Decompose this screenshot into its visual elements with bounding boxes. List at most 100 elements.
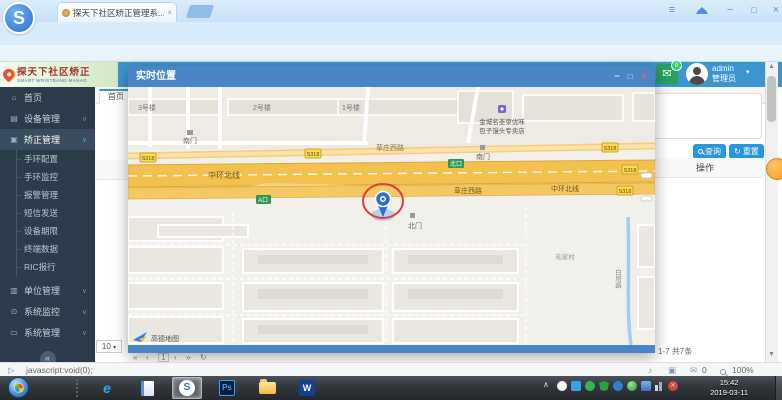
- sidebar-item-unit-mgmt[interactable]: ▥ 单位管理 ∨: [0, 280, 95, 301]
- map-canvas[interactable]: 3号楼 2号楼 1号楼 金城名韭菜优味 包子馒头专卖店 南门 草庄西路 南门 中…: [128, 87, 655, 345]
- browser-tab[interactable]: 探天下社区矫正管理系... ×: [57, 2, 177, 22]
- modal-restore-icon[interactable]: □: [624, 70, 636, 83]
- svg-text:S318: S318: [307, 152, 320, 158]
- svg-text:北口: 北口: [450, 160, 462, 168]
- sidebar-item-home[interactable]: ⌂ 首页: [0, 87, 95, 108]
- modal-minimize-icon[interactable]: −: [611, 70, 623, 83]
- sogou-icon: S: [179, 380, 195, 396]
- chevron-down-icon: ∨: [81, 287, 87, 295]
- mail-badge: 0: [671, 60, 682, 71]
- screen: S 探天下社区矫正管理系... × ≡ − □ × ← ↻ ↶ ▾ ⌂ ✓ ht…: [0, 0, 782, 400]
- app-logo: 探天下社区矫正 SMART WRISTBAND MANAG: [0, 62, 118, 87]
- modal-footer: [128, 345, 655, 353]
- tab-title: 探天下社区矫正管理系...: [73, 7, 165, 18]
- sidebar: ⌂ 首页 ▤ 设备管理 ∨ ▣ 矫正管理 ∨ 手环配置 手环监控 报警管理 短信发送 设备…: [0, 87, 95, 367]
- search-icon: [698, 149, 703, 154]
- sidebar-item-band-monitor[interactable]: 手环监控: [0, 168, 95, 186]
- sidebar-item-correction-mgmt[interactable]: ▣ 矫正管理 ∨: [0, 129, 95, 150]
- modal-titlebar[interactable]: 实时位置 − □ ×: [128, 66, 655, 87]
- message-icon[interactable]: ✉: [690, 365, 697, 376]
- photoshop-icon: Ps: [219, 380, 235, 396]
- map-svg: 3号楼 2号楼 1号楼 金城名韭菜优味 包子馒头专卖店 南门 草庄西路 南门 中…: [128, 87, 655, 345]
- new-tab-button[interactable]: [185, 5, 215, 18]
- tray-blue-app-icon[interactable]: [571, 381, 581, 391]
- skin-hat-icon[interactable]: [696, 7, 708, 14]
- road-label: 草庄西路: [454, 186, 482, 195]
- table-header-fragment: [95, 160, 128, 180]
- window-maximize-button[interactable]: □: [746, 3, 762, 17]
- sidebar-item-device-mgmt[interactable]: ▤ 设备管理 ∨: [0, 108, 95, 129]
- taskbar-item-sogou[interactable]: S: [172, 377, 202, 399]
- logo-title: 探天下社区矫正: [17, 66, 91, 78]
- bookmarks-bar: ★收藏▾ ⊕网址导航 ●游戏中心 ■小说大全 ▢爱淘宝 ◆安检门厂家 ✱百度一下: [0, 45, 782, 106]
- scroll-up-icon[interactable]: ▲: [766, 63, 777, 70]
- avatar[interactable]: [686, 63, 708, 85]
- poi-label: 金城名韭菜优味: [479, 117, 525, 126]
- pager-current-page[interactable]: 1: [158, 353, 169, 362]
- show-desktop-button[interactable]: [775, 376, 782, 400]
- pager-refresh[interactable]: ↻: [200, 353, 207, 362]
- network-bar-icon[interactable]: [659, 382, 662, 391]
- taskbar-item-photoshop[interactable]: Ps: [212, 377, 242, 399]
- taskbar-item-explorer[interactable]: [252, 377, 282, 399]
- sidebar-item-ric[interactable]: RIC报行: [0, 258, 95, 276]
- browser-titlebar: S 探天下社区矫正管理系... × ≡ − □ ×: [0, 0, 782, 34]
- village-label: 毛家村: [555, 252, 575, 261]
- pager-last[interactable]: »: [186, 353, 190, 362]
- tray-chat-ic[interactable]: [557, 381, 567, 391]
- tray-mute-icon[interactable]: ✕: [668, 381, 678, 391]
- pager-next[interactable]: ›: [174, 353, 177, 362]
- pager-prev[interactable]: ‹: [146, 353, 149, 362]
- tray-monitor-icon[interactable]: [641, 381, 651, 391]
- zoom-icon[interactable]: [720, 369, 726, 375]
- message-count: 0: [702, 365, 707, 375]
- tray-green-app-icon[interactable]: [585, 381, 595, 391]
- browser-statusbar: ▷ javascript:void(0); ♪ ▣ ✉ 0 100%: [0, 362, 782, 376]
- pager-first[interactable]: «: [133, 353, 137, 362]
- user-dropdown-icon[interactable]: ▾: [746, 68, 750, 76]
- realtime-location-modal: 实时位置 − □ × 3号楼 2号楼 1号楼 金城名韭菜优味 包子馒头专卖店 南…: [128, 66, 655, 353]
- tray-browser-icon[interactable]: [613, 381, 623, 391]
- tray-shield-icon[interactable]: [599, 381, 609, 391]
- sidebar-item-device-term[interactable]: 设备期限: [0, 222, 95, 240]
- sidebar-item-sys-monitor[interactable]: ⊙ 系统监控 ∨: [0, 301, 95, 322]
- username: admin: [712, 64, 734, 73]
- tray-orb-icon[interactable]: [627, 381, 637, 391]
- road-label: 中环北线: [551, 184, 579, 193]
- map-attribution-label: 高德地图: [151, 334, 179, 343]
- network-bar-icon[interactable]: [655, 385, 658, 391]
- window-minimize-button[interactable]: −: [722, 3, 738, 17]
- sound-icon[interactable]: ♪: [648, 365, 652, 375]
- notebook-icon: [140, 380, 154, 396]
- box-icon[interactable]: ▣: [668, 365, 676, 376]
- gate-label: 南门: [183, 136, 197, 145]
- reset-button[interactable]: ↻ 重置: [729, 144, 764, 159]
- page-size-select[interactable]: 10 ▾: [96, 340, 122, 353]
- scroll-down-icon[interactable]: ▼: [766, 351, 777, 358]
- sidebar-item-band-config[interactable]: 手环配置: [0, 150, 95, 168]
- tray-expand-icon[interactable]: ∧: [543, 380, 549, 389]
- home-icon: ⌂: [11, 93, 17, 102]
- window-close-button[interactable]: ×: [768, 3, 782, 17]
- tab-favicon: [62, 8, 70, 17]
- taskbar-item-ie[interactable]: e: [92, 377, 122, 399]
- sidebar-item-terminal-data[interactable]: 终端数据: [0, 240, 95, 258]
- modal-close-icon[interactable]: ×: [638, 70, 650, 83]
- menu-icon[interactable]: ≡: [664, 3, 680, 17]
- taskbar-item-wps[interactable]: W: [292, 377, 322, 399]
- clock-time: 15:42: [719, 378, 739, 387]
- sidebar-item-alarm-mgmt[interactable]: 报警管理: [0, 186, 95, 204]
- sogou-menu-button[interactable]: S: [3, 2, 35, 34]
- search-button[interactable]: 查询: [693, 144, 726, 159]
- gate-label: 北门: [408, 221, 422, 230]
- scrollbar-thumb[interactable]: [767, 76, 776, 122]
- float-service-button[interactable]: [766, 158, 782, 180]
- building-label: 3号楼: [138, 103, 156, 112]
- tab-close-icon[interactable]: ×: [167, 8, 172, 17]
- sidebar-item-sys-mgmt[interactable]: ▭ 系统管理 ∨: [0, 322, 95, 343]
- start-button[interactable]: [8, 377, 29, 398]
- taskbar-item-notes[interactable]: [132, 377, 162, 399]
- system-icon: ▭: [10, 328, 18, 337]
- sidebar-item-sms-send[interactable]: 短信发送: [0, 204, 95, 222]
- taskbar-clock[interactable]: 15:42 2019-03-11: [710, 378, 748, 398]
